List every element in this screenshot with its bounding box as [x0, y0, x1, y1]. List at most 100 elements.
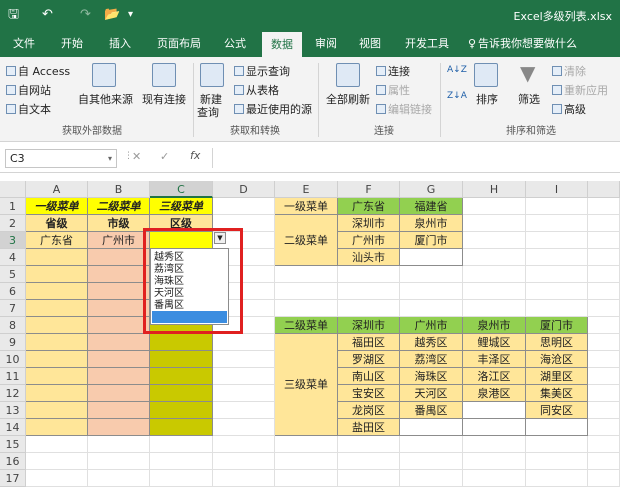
cell-a6[interactable]	[26, 283, 88, 300]
cell-i10[interactable]: 海沧区	[526, 351, 588, 368]
confirm-icon[interactable]: ✓	[160, 150, 169, 163]
grid-cell[interactable]	[275, 453, 338, 470]
cell-b9[interactable]	[88, 334, 150, 351]
grid-cell[interactable]	[526, 283, 588, 300]
cell-g4[interactable]	[400, 249, 463, 266]
cell-f1[interactable]: 广东省	[338, 198, 400, 215]
column-header-e[interactable]: E	[275, 181, 338, 198]
sort-icon[interactable]	[474, 63, 498, 87]
grid-cell[interactable]	[526, 215, 588, 232]
cell-b3[interactable]: 广州市	[88, 232, 150, 249]
tell-me-search[interactable]: 告诉我你想要做什么	[478, 30, 618, 57]
grid-cell[interactable]	[588, 419, 620, 436]
row-header-1[interactable]: 1	[0, 198, 26, 215]
cell-h9[interactable]: 鲤城区	[463, 334, 526, 351]
tab-formulas[interactable]: 公式	[216, 30, 254, 57]
from-text-button[interactable]: 自文本	[6, 101, 51, 117]
cell-a13[interactable]	[26, 402, 88, 419]
grid-cell[interactable]	[150, 453, 213, 470]
cell-f14[interactable]: 盐田区	[338, 419, 400, 436]
name-box[interactable]: C3 ▾	[5, 149, 117, 168]
grid-cell[interactable]	[588, 368, 620, 385]
grid-cell[interactable]	[150, 470, 213, 487]
cell-f10[interactable]: 罗湖区	[338, 351, 400, 368]
grid-cell[interactable]	[526, 266, 588, 283]
cell-h13[interactable]	[463, 402, 526, 419]
cell-f4[interactable]: 汕头市	[338, 249, 400, 266]
cell-f12[interactable]: 宝安区	[338, 385, 400, 402]
row-header-2[interactable]: 2	[0, 215, 26, 232]
grid-cell[interactable]	[463, 436, 526, 453]
grid-cell[interactable]	[463, 249, 526, 266]
row-header-16[interactable]: 16	[0, 453, 26, 470]
cell-c1[interactable]: 三级菜单	[150, 198, 213, 215]
recent-sources-button[interactable]: 最近使用的源	[234, 101, 312, 117]
cell-a4[interactable]	[26, 249, 88, 266]
redo-icon[interactable]: ↷	[80, 7, 91, 23]
cell-g12[interactable]: 天河区	[400, 385, 463, 402]
grid-cell[interactable]	[588, 385, 620, 402]
row-header-12[interactable]: 12	[0, 385, 26, 402]
cell-i14[interactable]	[526, 419, 588, 436]
chevron-down-icon[interactable]: ▾	[108, 150, 112, 167]
grid-cell[interactable]	[26, 470, 88, 487]
refresh-all-button[interactable]: 全部刷新	[326, 91, 370, 107]
cell-b5[interactable]	[88, 266, 150, 283]
cell-a11[interactable]	[26, 368, 88, 385]
grid-cell[interactable]	[588, 470, 620, 487]
grid-cell[interactable]	[213, 453, 275, 470]
grid-cell[interactable]	[88, 453, 150, 470]
grid-cell[interactable]	[400, 453, 463, 470]
cell-g3[interactable]: 厦门市	[400, 232, 463, 249]
grid-cell[interactable]	[213, 385, 275, 402]
row-header-5[interactable]: 5	[0, 266, 26, 283]
show-queries-button[interactable]: 显示查询	[234, 63, 290, 79]
cancel-icon[interactable]: ✕	[132, 150, 141, 163]
tab-insert[interactable]: 插入	[100, 30, 140, 57]
cell-a3[interactable]: 广东省	[26, 232, 88, 249]
grid-cell[interactable]	[213, 470, 275, 487]
cell-b12[interactable]	[88, 385, 150, 402]
cell-c9[interactable]	[150, 334, 213, 351]
customize-quick-access-icon[interactable]: ▾	[128, 7, 133, 23]
cell-h10[interactable]: 丰泽区	[463, 351, 526, 368]
worksheet-grid[interactable]: A B C D E F G H I 1 2 3 4 5 6 7 8 9 10 11 12 13 14 15 16 17 一级菜单 二级…	[0, 181, 620, 500]
existing-connections-icon[interactable]	[152, 63, 176, 87]
cell-a10[interactable]	[26, 351, 88, 368]
row-header-15[interactable]: 15	[0, 436, 26, 453]
grid-cell[interactable]	[275, 470, 338, 487]
row-header-3[interactable]: 3	[0, 232, 26, 249]
row-header-10[interactable]: 10	[0, 351, 26, 368]
sort-descending-icon[interactable]: Z↓A	[447, 91, 467, 101]
grid-cell[interactable]	[526, 198, 588, 215]
grid-cell[interactable]	[338, 300, 400, 317]
cell-a2[interactable]: 省级	[26, 215, 88, 232]
column-header-f[interactable]: F	[338, 181, 400, 198]
grid-cell[interactable]	[463, 283, 526, 300]
cell-g10[interactable]: 荔湾区	[400, 351, 463, 368]
sort-button[interactable]: 排序	[476, 91, 498, 107]
other-sources-button[interactable]: 自其他来源	[78, 91, 133, 107]
row-header-8[interactable]: 8	[0, 317, 26, 334]
cell-h11[interactable]: 洛江区	[463, 368, 526, 385]
tab-page-layout[interactable]: 页面布局	[148, 30, 210, 57]
grid-cell[interactable]	[588, 283, 620, 300]
cell-g13[interactable]: 番禺区	[400, 402, 463, 419]
grid-cell[interactable]	[526, 249, 588, 266]
connections-button[interactable]: 连接	[376, 63, 410, 79]
save-icon[interactable]: 🖫	[8, 7, 19, 23]
row-header-11[interactable]: 11	[0, 368, 26, 385]
grid-cell[interactable]	[588, 266, 620, 283]
row-header-17[interactable]: 17	[0, 470, 26, 487]
cell-g9[interactable]: 越秀区	[400, 334, 463, 351]
filter-icon[interactable]: ▼	[520, 61, 535, 85]
tab-file[interactable]: 文件	[4, 30, 44, 57]
column-header-g[interactable]: G	[400, 181, 463, 198]
grid-cell[interactable]	[338, 436, 400, 453]
grid-cell[interactable]	[463, 300, 526, 317]
cell-b11[interactable]	[88, 368, 150, 385]
grid-cell[interactable]	[338, 470, 400, 487]
clear-filter-button[interactable]: 清除	[552, 63, 586, 79]
cell-g14[interactable]	[400, 419, 463, 436]
column-header-i[interactable]: I	[526, 181, 588, 198]
